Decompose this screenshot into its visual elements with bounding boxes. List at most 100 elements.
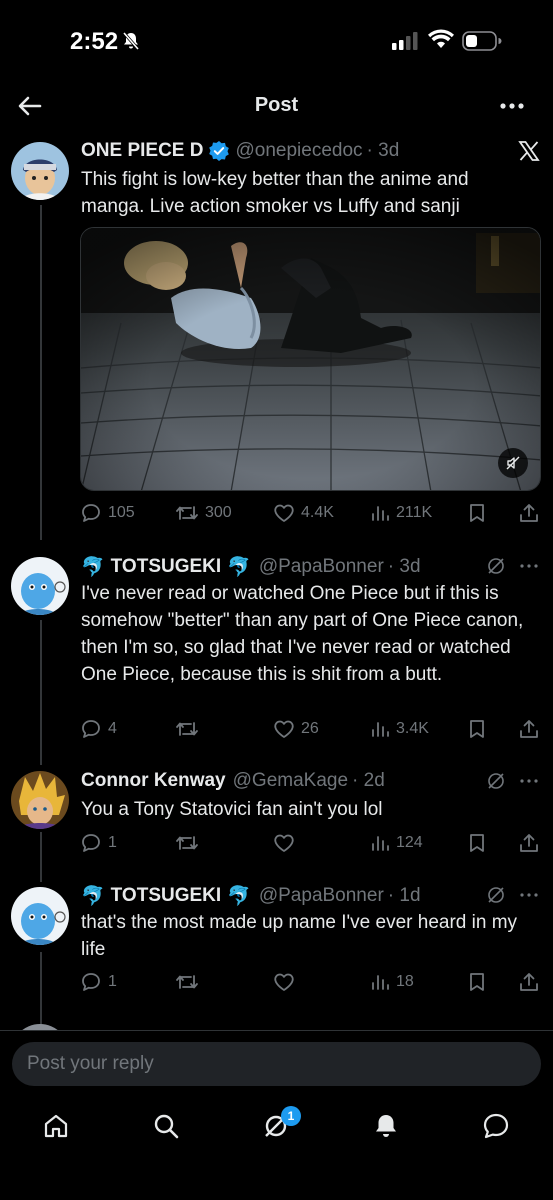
search-icon[interactable]	[152, 1112, 180, 1145]
status-bar: 2:52	[0, 0, 553, 80]
mute-toggle[interactable]	[498, 448, 528, 478]
reply-count: 105	[108, 504, 135, 521]
notification-badge: 1	[281, 1106, 301, 1126]
notifications-bell-icon[interactable]	[372, 1112, 400, 1145]
author-handle[interactable]: @PapaBonner	[259, 556, 384, 578]
repost-count: 300	[205, 504, 232, 521]
bookmark-button[interactable]	[467, 718, 487, 740]
post-header-line: ONE PIECE D @onepiecedoc · 3d	[81, 140, 399, 162]
heart-icon	[273, 502, 295, 524]
bookmark-button[interactable]	[467, 832, 487, 854]
grok-icon[interactable]	[486, 556, 506, 581]
emoji-prefix: 🐬	[81, 886, 105, 907]
share-icon	[518, 502, 540, 524]
repost-button[interactable]	[175, 832, 199, 854]
author-name[interactable]: TOTSUGEKI	[111, 885, 222, 907]
post-age: · 3d	[366, 140, 400, 161]
grok-icon[interactable]	[486, 771, 506, 796]
views-button[interactable]: 124	[370, 833, 423, 853]
battery-icon	[462, 31, 502, 56]
thread-line	[40, 205, 42, 540]
views-chart-icon	[370, 719, 390, 739]
views-count: 124	[396, 834, 423, 851]
more-options-icon[interactable]	[520, 885, 538, 910]
more-options-icon[interactable]	[520, 556, 538, 581]
post-age: · 3d	[387, 556, 421, 577]
reply-action-bar: 1 124	[80, 830, 540, 856]
avatar[interactable]	[11, 142, 69, 200]
like-button[interactable]: 4.4K	[273, 502, 334, 524]
more-options-icon[interactable]	[520, 771, 538, 796]
share-button[interactable]	[518, 502, 540, 524]
post-age: · 2d	[352, 770, 385, 791]
reply-meta-icons	[486, 885, 538, 910]
avatar[interactable]	[11, 887, 69, 945]
bookmark-icon	[467, 832, 487, 854]
reply-placeholder: Post your reply	[27, 1053, 154, 1074]
post-header: Post	[0, 80, 553, 132]
author-handle[interactable]: @PapaBonner	[259, 885, 384, 907]
reply-icon	[80, 832, 102, 854]
author-handle[interactable]: @GemaKage	[233, 770, 348, 792]
repost-icon	[175, 718, 199, 740]
author-name[interactable]: ONE PIECE D	[81, 140, 203, 162]
repost-button[interactable]: 300	[175, 502, 232, 524]
share-button[interactable]	[518, 832, 540, 854]
views-button[interactable]: 211K	[370, 503, 432, 523]
bookmark-button[interactable]	[467, 971, 487, 993]
reply-button[interactable]: 4	[80, 718, 117, 740]
like-button[interactable]	[273, 971, 295, 993]
signal-icon	[392, 32, 420, 55]
reply-button[interactable]: 1	[80, 971, 117, 993]
repost-button[interactable]	[175, 971, 199, 993]
more-options-icon[interactable]	[499, 94, 525, 123]
bookmark-icon	[467, 971, 487, 993]
wifi-icon	[428, 29, 454, 54]
reply-text: that's the most made up name I've ever h…	[81, 912, 518, 960]
views-button[interactable]: 3.4K	[370, 719, 429, 739]
reply-text: I've never read or watched One Piece but…	[81, 583, 524, 685]
like-button[interactable]: 26	[273, 718, 319, 740]
author-handle[interactable]: @onepiecedoc	[235, 140, 362, 162]
avatar[interactable]	[11, 557, 69, 615]
post-action-bar: 105 300 4.4K 211K	[80, 500, 540, 526]
share-button[interactable]	[518, 718, 540, 740]
heart-icon	[273, 832, 295, 854]
avatar[interactable]	[11, 771, 69, 829]
reply-header-line: 🐬 TOTSUGEKI 🐬 @PapaBonner · 3d	[81, 555, 421, 579]
share-icon	[518, 832, 540, 854]
author-name[interactable]: TOTSUGEKI	[111, 556, 222, 578]
muted-speaker-icon	[505, 455, 521, 471]
like-count: 26	[301, 720, 319, 737]
reply-count: 4	[108, 720, 117, 737]
grok-icon[interactable]	[486, 885, 506, 910]
reply-count: 1	[108, 973, 117, 990]
reply-meta-icons	[486, 771, 538, 796]
reply-button[interactable]: 1	[80, 832, 117, 854]
like-button[interactable]	[273, 832, 295, 854]
messages-icon[interactable]	[482, 1112, 510, 1145]
heart-icon	[273, 971, 295, 993]
bookmark-icon	[467, 502, 487, 524]
x-logo-icon	[518, 140, 540, 167]
bottom-tab-bar	[0, 1100, 553, 1160]
views-button[interactable]: 18	[370, 972, 414, 992]
reply-button[interactable]: 105	[80, 502, 135, 524]
bookmark-button[interactable]	[467, 502, 487, 524]
reply-input[interactable]: Post your reply	[12, 1042, 541, 1086]
reply-meta-icons	[486, 556, 538, 581]
views-chart-icon	[370, 972, 390, 992]
share-icon	[518, 718, 540, 740]
repost-icon	[175, 502, 199, 524]
home-icon[interactable]	[42, 1112, 70, 1145]
author-name[interactable]: Connor Kenway	[81, 770, 226, 792]
reply-action-bar: 1 18	[80, 969, 540, 995]
share-button[interactable]	[518, 971, 540, 993]
repost-button[interactable]	[175, 718, 199, 740]
views-chart-icon	[370, 833, 390, 853]
reply-header-line: 🐬 TOTSUGEKI 🐬 @PapaBonner · 1d	[81, 884, 421, 908]
video-player[interactable]	[80, 227, 541, 491]
thread-line	[40, 832, 42, 882]
reply-count: 1	[108, 834, 117, 851]
views-chart-icon	[370, 503, 390, 523]
